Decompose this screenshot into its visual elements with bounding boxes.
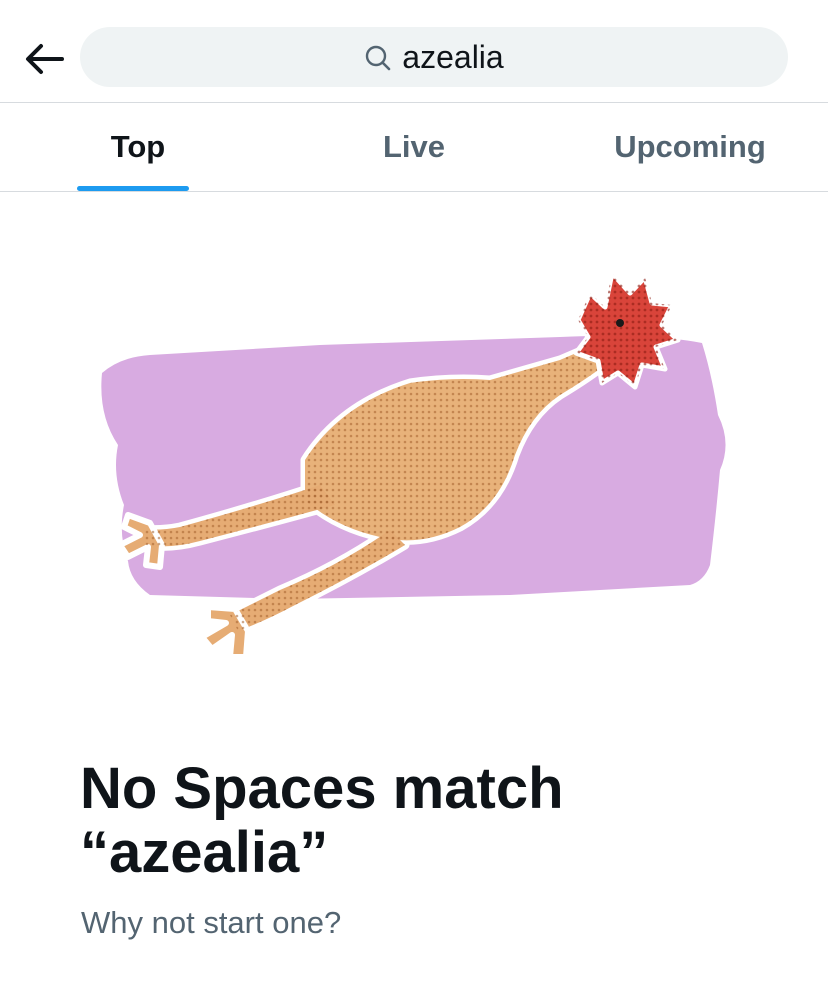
tab-top[interactable]: Top <box>0 103 276 191</box>
search-query: azealia <box>402 38 504 75</box>
tab-upcoming[interactable]: Upcoming <box>552 103 828 191</box>
empty-state-subtitle: Why not start one? <box>81 905 342 940</box>
arrow-left-icon <box>26 44 64 74</box>
back-button[interactable] <box>22 36 68 82</box>
active-tab-indicator <box>77 186 189 191</box>
tab-live-label: Live <box>382 129 446 164</box>
search-header: azealia <box>0 0 828 103</box>
empty-state-title: No Spaces match “azealia” <box>80 756 564 885</box>
tab-upcoming-label: Upcoming <box>614 129 766 164</box>
search-bar[interactable]: azealia <box>80 27 788 87</box>
tab-bar: Top Live Upcoming <box>0 103 828 192</box>
search-icon <box>366 45 391 71</box>
tab-live[interactable]: Live <box>276 103 552 191</box>
rubber-chicken-illustration <box>101 270 726 660</box>
tab-top-label: Top <box>110 129 166 164</box>
